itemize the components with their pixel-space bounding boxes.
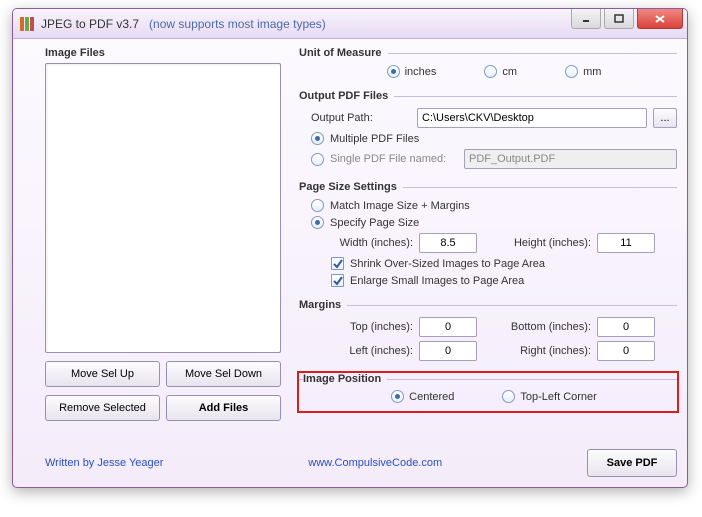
enlarge-label: Enlarge Small Images to Page Area xyxy=(350,275,524,287)
margin-bottom-label: Bottom (inches): xyxy=(505,321,591,333)
unit-inches-radio[interactable] xyxy=(387,65,400,78)
margins-group: Margins Top (inches): Bottom (inches): L… xyxy=(299,299,677,369)
author-link[interactable]: Written by Jesse Yeager xyxy=(45,457,163,469)
position-heading: Image Position xyxy=(303,373,387,385)
multiple-pdf-label: Multiple PDF Files xyxy=(330,133,419,145)
single-pdf-name-input[interactable] xyxy=(464,149,677,169)
window: JPEG to PDF v3.7 (now supports most imag… xyxy=(12,8,688,488)
margin-top-input[interactable] xyxy=(419,317,477,337)
match-size-label: Match Image Size + Margins xyxy=(330,200,470,212)
width-label: Width (inches): xyxy=(331,237,413,249)
add-files-button[interactable]: Add Files xyxy=(166,395,281,421)
output-path-input[interactable] xyxy=(417,108,647,128)
app-icon xyxy=(19,16,35,32)
unit-mm-label: mm xyxy=(583,66,601,78)
unit-mm-radio[interactable] xyxy=(565,65,578,78)
right-panel: Unit of Measure inches cm mm xyxy=(299,47,677,437)
unit-of-measure-group: Unit of Measure inches cm mm xyxy=(299,47,677,86)
single-pdf-label: Single PDF File named: xyxy=(330,153,458,165)
margins-heading: Margins xyxy=(299,299,347,311)
margin-left-label: Left (inches): xyxy=(331,345,413,357)
margin-left-input[interactable] xyxy=(419,341,477,361)
remove-selected-button[interactable]: Remove Selected xyxy=(45,395,160,421)
unit-cm-radio[interactable] xyxy=(484,65,497,78)
site-link[interactable]: www.CompulsiveCode.com xyxy=(308,457,442,469)
image-files-label: Image Files xyxy=(45,47,281,59)
output-heading: Output PDF Files xyxy=(299,90,394,102)
main-body: Image Files Move Sel Up Move Sel Down Re… xyxy=(13,39,687,445)
height-label: Height (inches): xyxy=(505,237,591,249)
output-path-label: Output Path: xyxy=(311,112,411,124)
multiple-pdf-radio[interactable] xyxy=(311,132,324,145)
centered-label: Centered xyxy=(409,391,454,403)
margin-bottom-input[interactable] xyxy=(597,317,655,337)
close-button[interactable] xyxy=(637,9,683,29)
match-size-radio[interactable] xyxy=(311,199,324,212)
unit-cm-label: cm xyxy=(502,66,517,78)
shrink-checkbox[interactable] xyxy=(331,257,344,270)
enlarge-checkbox[interactable] xyxy=(331,274,344,287)
move-sel-down-button[interactable]: Move Sel Down xyxy=(166,361,281,387)
specify-size-label: Specify Page Size xyxy=(330,217,419,229)
unit-heading: Unit of Measure xyxy=(299,47,388,59)
margin-top-label: Top (inches): xyxy=(331,321,413,333)
image-position-group: Image Position Centered Top-Left Corner xyxy=(299,373,677,411)
window-title: JPEG to PDF v3.7 xyxy=(41,17,139,31)
centered-radio[interactable] xyxy=(391,390,404,403)
save-pdf-button[interactable]: Save PDF xyxy=(587,449,677,477)
topleft-radio[interactable] xyxy=(502,390,515,403)
margin-right-label: Right (inches): xyxy=(505,345,591,357)
move-sel-up-button[interactable]: Move Sel Up xyxy=(45,361,160,387)
shrink-label: Shrink Over-Sized Images to Page Area xyxy=(350,258,545,270)
page-size-group: Page Size Settings Match Image Size + Ma… xyxy=(299,181,677,295)
page-heading: Page Size Settings xyxy=(299,181,403,193)
maximize-button[interactable] xyxy=(604,9,634,29)
browse-button[interactable]: ... xyxy=(653,108,677,128)
specify-size-radio[interactable] xyxy=(311,216,324,229)
left-panel: Image Files Move Sel Up Move Sel Down Re… xyxy=(45,47,281,437)
window-subtitle: (now supports most image types) xyxy=(149,17,326,31)
titlebar: JPEG to PDF v3.7 (now supports most imag… xyxy=(13,9,687,39)
minimize-button[interactable] xyxy=(571,9,601,29)
page-height-input[interactable] xyxy=(597,233,655,253)
output-pdf-group: Output PDF Files Output Path: ... Multip… xyxy=(299,90,677,177)
image-files-listbox[interactable] xyxy=(45,63,281,353)
window-buttons xyxy=(571,9,683,29)
unit-inches-label: inches xyxy=(405,66,437,78)
footer: Written by Jesse Yeager www.CompulsiveCo… xyxy=(13,445,687,487)
single-pdf-radio[interactable] xyxy=(311,153,324,166)
margin-right-input[interactable] xyxy=(597,341,655,361)
page-width-input[interactable] xyxy=(419,233,477,253)
topleft-label: Top-Left Corner xyxy=(520,391,596,403)
